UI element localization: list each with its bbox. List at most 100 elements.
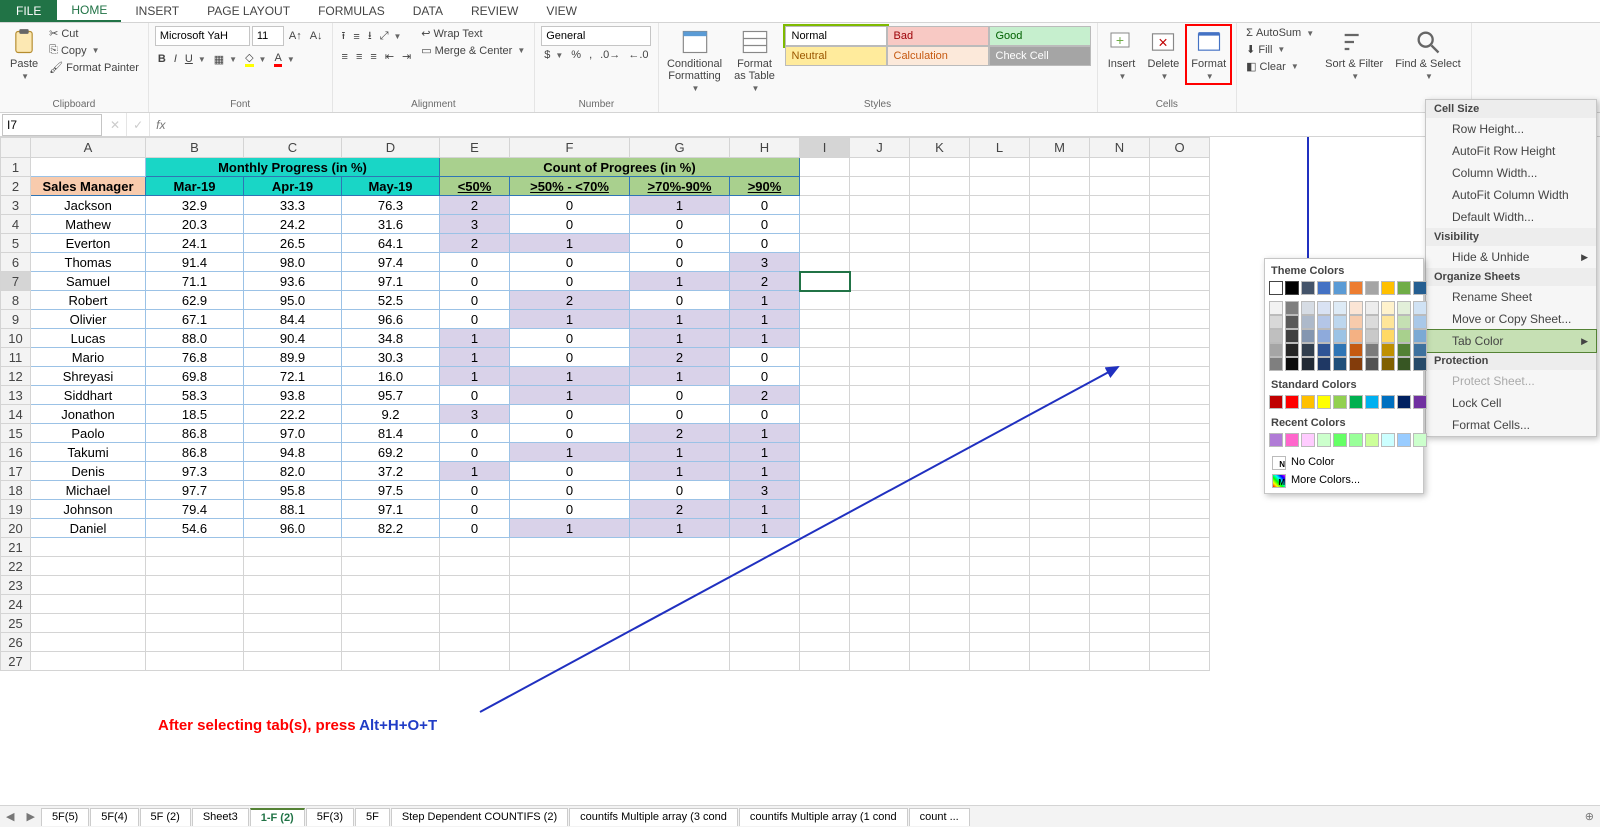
color-swatch[interactable] xyxy=(1349,315,1363,329)
page-layout-tab[interactable]: PAGE LAYOUT xyxy=(193,0,304,22)
merge-center-button[interactable]: ▭ Merge & Center ▼ xyxy=(418,43,528,58)
row-header-23[interactable]: 23 xyxy=(1,576,31,595)
color-swatch[interactable] xyxy=(1349,343,1363,357)
row-header-17[interactable]: 17 xyxy=(1,462,31,481)
color-swatch[interactable] xyxy=(1269,315,1283,329)
data-tab[interactable]: DATA xyxy=(399,0,457,22)
color-swatch[interactable] xyxy=(1285,329,1299,343)
formula-input[interactable] xyxy=(171,114,1600,136)
color-swatch[interactable] xyxy=(1333,301,1347,315)
color-swatch[interactable] xyxy=(1413,301,1427,315)
align-center-icon[interactable]: ≡ xyxy=(353,49,365,64)
increase-indent-icon[interactable]: ⇥ xyxy=(399,49,414,64)
color-swatch[interactable] xyxy=(1381,315,1395,329)
color-swatch[interactable] xyxy=(1333,395,1347,409)
menu-tab-color[interactable]: Tab Color▶ xyxy=(1426,330,1596,352)
color-swatch[interactable] xyxy=(1365,343,1379,357)
font-family-select[interactable] xyxy=(155,26,250,46)
row-header-14[interactable]: 14 xyxy=(1,405,31,424)
style-calculation[interactable]: Calculation xyxy=(887,46,989,66)
color-swatch[interactable] xyxy=(1269,301,1283,315)
color-swatch[interactable] xyxy=(1285,281,1299,295)
row-header-10[interactable]: 10 xyxy=(1,329,31,348)
autosum-button[interactable]: Σ AutoSum ▼ xyxy=(1243,26,1317,40)
color-swatch[interactable] xyxy=(1317,343,1331,357)
orientation-icon[interactable]: ⤢▼ xyxy=(377,26,405,47)
menu-hide-unhide[interactable]: Hide & Unhide▶ xyxy=(1426,246,1596,268)
color-swatch[interactable] xyxy=(1301,281,1315,295)
number-format-select[interactable] xyxy=(541,26,651,46)
comma-button[interactable]: , xyxy=(586,48,595,62)
color-swatch[interactable] xyxy=(1301,433,1315,447)
color-swatch[interactable] xyxy=(1301,301,1315,315)
col-header-M[interactable]: M xyxy=(1030,138,1090,158)
align-bottom-icon[interactable]: ⭳ xyxy=(365,26,375,47)
row-header-18[interactable]: 18 xyxy=(1,481,31,500)
color-swatch[interactable] xyxy=(1301,329,1315,343)
format-painter-button[interactable]: 🖌 Format Painter xyxy=(46,60,142,75)
color-swatch[interactable] xyxy=(1397,315,1411,329)
row-header-1[interactable]: 1 xyxy=(1,158,31,177)
menu-move-copy[interactable]: Move or Copy Sheet... xyxy=(1426,308,1596,330)
menu-col-width[interactable]: Column Width... xyxy=(1426,162,1596,184)
color-swatch[interactable] xyxy=(1381,357,1395,371)
row-header-24[interactable]: 24 xyxy=(1,595,31,614)
color-swatch[interactable] xyxy=(1333,433,1347,447)
color-swatch[interactable] xyxy=(1413,433,1427,447)
menu-lock-cell[interactable]: Lock Cell xyxy=(1426,392,1596,414)
color-swatch[interactable] xyxy=(1397,433,1411,447)
color-swatch[interactable] xyxy=(1397,357,1411,371)
color-swatch[interactable] xyxy=(1381,329,1395,343)
style-bad[interactable]: Bad xyxy=(887,26,989,46)
menu-autofit-col[interactable]: AutoFit Column Width xyxy=(1426,184,1596,206)
color-swatch[interactable] xyxy=(1317,433,1331,447)
color-swatch[interactable] xyxy=(1413,357,1427,371)
color-swatch[interactable] xyxy=(1317,281,1331,295)
align-left-icon[interactable]: ≡ xyxy=(339,49,351,64)
row-header-15[interactable]: 15 xyxy=(1,424,31,443)
color-swatch[interactable] xyxy=(1365,395,1379,409)
col-header-K[interactable]: K xyxy=(910,138,970,158)
col-header-D[interactable]: D xyxy=(342,138,440,158)
color-swatch[interactable] xyxy=(1269,343,1283,357)
insert-cells-button[interactable]: + Insert▼ xyxy=(1104,26,1140,83)
color-swatch[interactable] xyxy=(1317,357,1331,371)
font-size-select[interactable] xyxy=(252,26,284,46)
color-swatch[interactable] xyxy=(1349,433,1363,447)
row-header-6[interactable]: 6 xyxy=(1,253,31,272)
clear-button[interactable]: ◧ Clear ▼ xyxy=(1243,59,1317,74)
menu-default-width[interactable]: Default Width... xyxy=(1426,206,1596,228)
color-swatch[interactable] xyxy=(1365,329,1379,343)
row-header-19[interactable]: 19 xyxy=(1,500,31,519)
sheet-tab[interactable]: countifs Multiple array (3 cond xyxy=(569,808,738,826)
color-swatch[interactable] xyxy=(1317,395,1331,409)
col-header-A[interactable]: A xyxy=(31,138,146,158)
sheet-tab[interactable]: 5F xyxy=(355,808,390,826)
col-header-G[interactable]: G xyxy=(630,138,730,158)
fx-icon[interactable]: fx xyxy=(150,118,171,132)
color-swatch[interactable] xyxy=(1333,329,1347,343)
color-swatch[interactable] xyxy=(1349,329,1363,343)
color-swatch[interactable] xyxy=(1381,281,1395,295)
color-swatch[interactable] xyxy=(1317,329,1331,343)
row-header-26[interactable]: 26 xyxy=(1,633,31,652)
color-swatch[interactable] xyxy=(1301,343,1315,357)
menu-rename-sheet[interactable]: Rename Sheet xyxy=(1426,286,1596,308)
color-swatch[interactable] xyxy=(1365,281,1379,295)
style-neutral[interactable]: Neutral xyxy=(785,46,887,66)
increase-font-icon[interactable]: A↑ xyxy=(286,26,305,46)
color-swatch[interactable] xyxy=(1381,433,1395,447)
color-swatch[interactable] xyxy=(1381,395,1395,409)
col-header-B[interactable]: B xyxy=(146,138,244,158)
increase-decimal-icon[interactable]: .0→ xyxy=(597,48,623,62)
underline-button[interactable]: U▼ xyxy=(182,52,209,66)
grid[interactable]: ABCDEFGHIJKLMNO1Monthly Progress (in %)C… xyxy=(0,137,1210,671)
color-swatch[interactable] xyxy=(1333,343,1347,357)
insert-tab[interactable]: INSERT xyxy=(121,0,193,22)
bold-button[interactable]: B xyxy=(155,52,169,66)
paste-button[interactable]: Paste▼ xyxy=(6,26,42,83)
col-header-E[interactable]: E xyxy=(440,138,510,158)
color-swatch[interactable] xyxy=(1413,329,1427,343)
color-swatch[interactable] xyxy=(1301,315,1315,329)
sheet-tab[interactable]: 5F(3) xyxy=(306,808,354,826)
